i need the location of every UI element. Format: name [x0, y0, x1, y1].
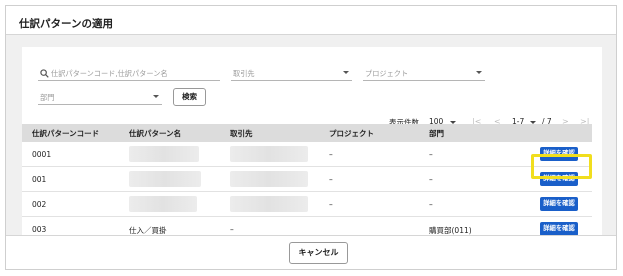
table-row: 002 – – 詳細を確認 — [22, 192, 592, 217]
table-row: 0001 – – 詳細を確認 — [22, 142, 592, 167]
redacted-partner — [230, 196, 308, 212]
footer-divider — [6, 235, 616, 236]
details-button[interactable]: 詳細を確認 — [540, 222, 578, 235]
chevron-down-icon — [476, 71, 482, 74]
redacted-partner — [230, 171, 308, 187]
column-header-partner: 取引先 — [230, 129, 253, 138]
chevron-down-icon — [153, 95, 159, 98]
table-row: 003 仕入／買掛 – 購買部(011) 詳細を確認 — [22, 217, 592, 235]
row-department: 購買部(011) — [429, 226, 472, 235]
row-code: 0001 — [32, 150, 52, 159]
row-code: 001 — [32, 175, 47, 184]
redacted-name — [129, 196, 197, 212]
row-department: – — [429, 200, 433, 209]
search-input[interactable]: 仕訳パターンコード,仕訳パターン名 — [38, 67, 220, 81]
row-name: 仕入／買掛 — [129, 226, 167, 235]
redacted-partner — [230, 146, 308, 162]
dialog-body[interactable]: 仕訳パターンコード,仕訳パターン名 取引先 プロジェクト 部門 検索 表示件数 … — [6, 35, 616, 235]
partner-placeholder: 取引先 — [233, 69, 255, 78]
row-project: – — [329, 150, 333, 159]
row-department: – — [429, 150, 433, 159]
column-header-project: プロジェクト — [329, 129, 374, 138]
column-header-name: 仕訳パターン名 — [129, 129, 182, 138]
project-placeholder: プロジェクト — [365, 69, 409, 78]
department-select[interactable]: 部門 — [38, 91, 162, 105]
dialog-title: 仕訳パターンの適用 — [19, 18, 113, 30]
table-header: 仕訳パターンコード 仕訳パターン名 取引先 プロジェクト 部門 — [22, 124, 592, 142]
redacted-name — [129, 146, 199, 162]
details-button-highlight — [531, 154, 592, 179]
partner-select[interactable]: 取引先 — [231, 67, 352, 81]
row-project: – — [329, 175, 333, 184]
details-button[interactable]: 詳細を確認 — [540, 197, 578, 211]
column-header-code: 仕訳パターンコード — [32, 129, 100, 138]
redacted-name — [129, 171, 201, 187]
chevron-down-icon — [343, 71, 349, 74]
table-row: 001 – – 詳細を確認 — [22, 167, 592, 192]
project-select[interactable]: プロジェクト — [363, 67, 485, 81]
row-project: – — [329, 200, 333, 209]
department-placeholder: 部門 — [40, 93, 55, 102]
search-placeholder: 仕訳パターンコード,仕訳パターン名 — [51, 69, 168, 78]
dialog: 仕訳パターンの適用 仕訳パターンコード,仕訳パターン名 取引先 プロジェクト 部… — [5, 5, 617, 270]
cancel-button[interactable]: キャンセル — [289, 242, 348, 264]
search-button[interactable]: 検索 — [173, 88, 206, 106]
row-code: 003 — [32, 225, 47, 234]
row-code: 002 — [32, 200, 47, 209]
row-department: – — [429, 175, 433, 184]
search-icon — [40, 69, 49, 78]
row-partner: – — [230, 225, 234, 234]
column-header-department: 部門 — [429, 129, 444, 138]
